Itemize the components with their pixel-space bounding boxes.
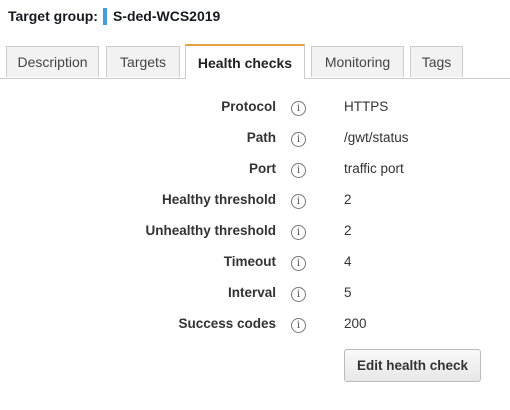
setting-value: 2 bbox=[344, 192, 352, 207]
info-icon[interactable]: i bbox=[291, 132, 306, 147]
info-icon[interactable]: i bbox=[291, 101, 306, 116]
info-icon[interactable]: i bbox=[291, 256, 306, 271]
target-group-name: S-ded-WCS2019 bbox=[112, 8, 221, 24]
setting-value: 200 bbox=[344, 316, 367, 331]
setting-label: Protocol bbox=[221, 99, 276, 114]
edit-health-check-button[interactable]: Edit health check bbox=[344, 349, 481, 382]
info-icon[interactable]: i bbox=[291, 287, 306, 302]
setting-row-healthy-threshold: Healthy threshold i 2 bbox=[0, 186, 510, 217]
setting-label: Port bbox=[249, 161, 276, 176]
tab-health-checks[interactable]: Health checks bbox=[185, 44, 305, 79]
tab-monitoring[interactable]: Monitoring bbox=[311, 46, 404, 77]
setting-value: traffic port bbox=[344, 161, 404, 176]
setting-row-port: Port i traffic port bbox=[0, 155, 510, 186]
target-group-color-marker bbox=[102, 7, 107, 25]
tab-description[interactable]: Description bbox=[6, 46, 99, 77]
info-icon[interactable]: i bbox=[291, 194, 306, 209]
info-icon[interactable]: i bbox=[291, 163, 306, 178]
setting-value: HTTPS bbox=[344, 99, 389, 114]
setting-row-path: Path i /gwt/status bbox=[0, 124, 510, 155]
tab-targets[interactable]: Targets bbox=[106, 46, 180, 77]
setting-row-timeout: Timeout i 4 bbox=[0, 248, 510, 279]
setting-label: Success codes bbox=[178, 316, 276, 331]
setting-label: Timeout bbox=[223, 254, 276, 269]
info-icon[interactable]: i bbox=[291, 318, 306, 333]
setting-row-unhealthy-threshold: Unhealthy threshold i 2 bbox=[0, 217, 510, 248]
target-group-label: Target group: bbox=[8, 8, 98, 24]
setting-row-success-codes: Success codes i 200 bbox=[0, 310, 510, 341]
setting-row-protocol: Protocol i HTTPS bbox=[0, 93, 510, 124]
setting-value: 2 bbox=[344, 223, 352, 238]
setting-value: /gwt/status bbox=[344, 130, 409, 145]
setting-label: Path bbox=[246, 130, 276, 145]
setting-row-interval: Interval i 5 bbox=[0, 279, 510, 310]
setting-value: 5 bbox=[344, 285, 352, 300]
setting-label: Unhealthy threshold bbox=[145, 223, 276, 238]
info-icon[interactable]: i bbox=[291, 225, 306, 240]
target-group-header: Target group: S-ded-WCS2019 bbox=[8, 6, 220, 26]
setting-label: Interval bbox=[227, 285, 276, 300]
tab-bar: Description Targets Health checks Monito… bbox=[0, 44, 510, 79]
setting-value: 4 bbox=[344, 254, 352, 269]
tab-tags[interactable]: Tags bbox=[410, 46, 463, 77]
setting-label: Healthy threshold bbox=[161, 192, 276, 207]
